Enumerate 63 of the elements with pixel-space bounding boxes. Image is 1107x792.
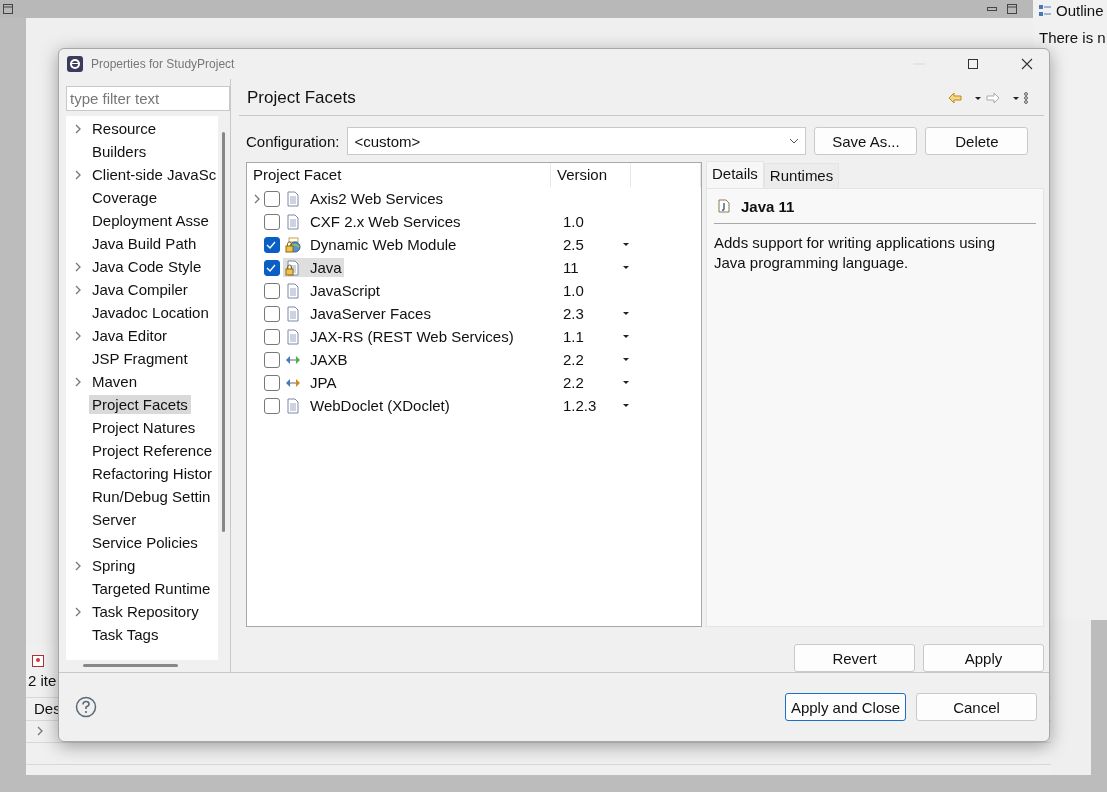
nav-item[interactable]: Javadoc Location <box>89 303 212 322</box>
version-cell: 1.0 <box>563 213 584 230</box>
nav-item[interactable]: Server <box>89 510 140 529</box>
button[interactable]: Delete <box>925 127 1029 155</box>
nav-item[interactable]: Java Compiler <box>89 280 191 299</box>
version-cell[interactable]: 11 <box>563 259 579 276</box>
button[interactable]: Revert <box>794 644 915 672</box>
facet-name: Java <box>310 259 342 276</box>
nav-item[interactable]: Task Repository <box>89 602 202 621</box>
filter-field[interactable]: type filter text <box>66 86 230 111</box>
nav-item[interactable]: Maven <box>89 372 141 391</box>
nav-item[interactable]: Task Tags <box>89 625 162 644</box>
nav-item[interactable]: Project Reference <box>89 441 216 460</box>
facet-name: JavaServer Faces <box>310 305 431 322</box>
button[interactable]: Cancel <box>916 693 1037 721</box>
nav-item[interactable]: Builders <box>89 142 150 161</box>
version-cell[interactable]: 2.2 <box>563 351 584 368</box>
facet-name: CXF 2.x Web Services <box>310 213 461 230</box>
nav-item[interactable]: JSP Fragment <box>89 349 191 368</box>
nav-item[interactable]: Project Natures <box>89 418 199 437</box>
nav-item[interactable]: Deployment Asse <box>89 211 212 230</box>
nav-item[interactable]: Resource <box>89 119 160 138</box>
nav-item[interactable]: Spring <box>89 556 139 575</box>
button[interactable]: Apply and Close <box>785 693 906 721</box>
nav-item[interactable]: Java Code Style <box>89 257 205 276</box>
version-cell[interactable]: 1.2.3 <box>563 397 597 414</box>
outline-tab[interactable]: Outline <box>1039 2 1107 19</box>
configuration-dropdown[interactable]: <custom> <box>347 127 807 155</box>
outline-message: There is n <box>1039 29 1107 46</box>
facet-name: Axis2 Web Services <box>310 190 444 207</box>
nav-item[interactable]: Project Facets <box>89 395 191 414</box>
nav-item[interactable]: Service Policies <box>89 533 201 552</box>
column-header[interactable]: Version <box>551 163 631 187</box>
nav-item[interactable]: Targeted Runtime <box>89 579 214 598</box>
version-cell[interactable]: 2.3 <box>563 305 584 322</box>
item-count: 2 ite <box>27 672 58 689</box>
version-cell[interactable]: 2.5 <box>563 236 584 253</box>
tab-label: Outline <box>1056 2 1104 19</box>
column-header[interactable]: Project Facet <box>247 163 551 187</box>
facet-name: JPA <box>310 374 337 391</box>
window-title: Properties for StudyProject <box>91 57 235 71</box>
nav-item[interactable]: Coverage <box>89 188 161 207</box>
facet-name: WebDoclet (XDoclet) <box>310 397 450 414</box>
nav-item[interactable]: Java Editor <box>89 326 171 345</box>
facet-name: Dynamic Web Module <box>310 236 457 253</box>
page-title: Project Facets <box>247 88 356 108</box>
field-label: Configuration: <box>246 132 340 150</box>
nav-item[interactable]: Client-side JavaSc <box>89 165 220 184</box>
tab[interactable]: Details <box>706 161 764 188</box>
facet-name: JAX-RS (REST Web Services) <box>310 328 514 345</box>
version-cell: 1.0 <box>563 282 584 299</box>
version-cell[interactable]: 2.2 <box>563 374 584 391</box>
version-cell[interactable]: 1.1 <box>563 328 584 345</box>
facet-title: Java 11 <box>741 197 795 215</box>
nav-item[interactable]: Refactoring Histor <box>89 464 216 483</box>
button[interactable]: Apply <box>923 644 1044 672</box>
facet-name: JAXB <box>310 351 348 368</box>
nav-item[interactable]: Run/Debug Settin <box>89 487 214 506</box>
facet-name: JavaScript <box>310 282 381 299</box>
nav-item[interactable]: Java Build Path <box>89 234 200 253</box>
button[interactable]: Save As... <box>814 127 918 155</box>
tab[interactable]: Runtimes <box>763 163 840 188</box>
facet-description: Adds support for writing applications using Java programming language. <box>714 233 996 273</box>
